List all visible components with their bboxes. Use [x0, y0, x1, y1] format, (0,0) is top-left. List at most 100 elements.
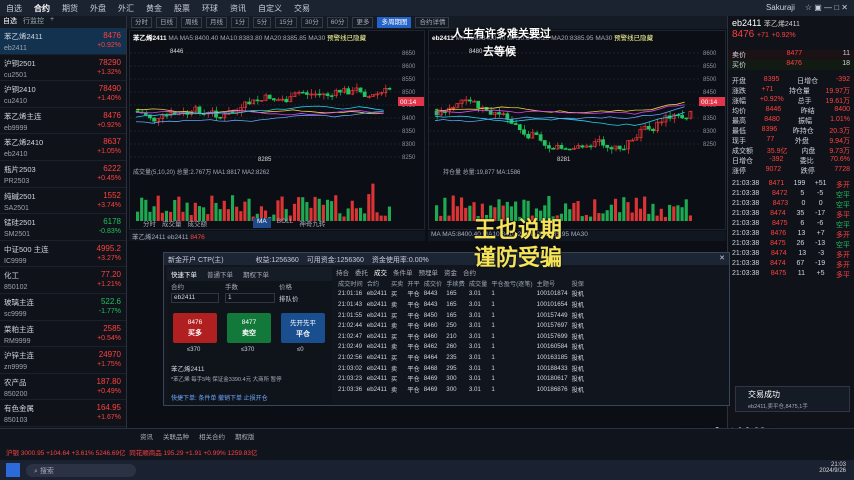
record-tab[interactable]: 成交: [374, 267, 387, 277]
record-tab[interactable]: 预埋单: [419, 267, 439, 277]
taskbar-search[interactable]: ⌕ 搜索: [26, 463, 136, 477]
buy-long-button[interactable]: 8476 买多: [173, 313, 217, 343]
contract-input[interactable]: eb2411: [171, 293, 219, 303]
qty-label: 手数: [225, 284, 238, 291]
menu-item[interactable]: 交易: [294, 3, 310, 14]
column-header[interactable]: 成交价: [422, 278, 445, 289]
tab-news[interactable]: 资讯: [140, 431, 153, 441]
period-button[interactable]: 合约详情: [415, 17, 450, 28]
tab-magic9[interactable]: 神奇九转: [299, 218, 325, 228]
window-controls-icon[interactable]: ☆ ▣ — □ ✕: [805, 3, 848, 12]
table-row[interactable]: 21:02:47 eb2411 买 平仓 8460 210 3.01 1 100157699 投机: [336, 331, 586, 342]
close-icon[interactable]: ✕: [719, 254, 725, 262]
record-tab[interactable]: 条件单: [393, 267, 413, 277]
watchlist-item[interactable]: 锰硅2501 SM2501 6178 -0.83%: [0, 214, 126, 241]
menu-item[interactable]: 合约: [34, 3, 50, 14]
watchlist-item[interactable]: 菜粕主连 RM9999 2585 +0.54%: [0, 321, 126, 348]
menu-item[interactable]: 外盘: [90, 3, 106, 14]
period-button[interactable]: 日线: [156, 17, 177, 28]
tick-cell: 21:03:38: [732, 240, 760, 247]
record-tab[interactable]: 持合: [336, 267, 349, 277]
table-row[interactable]: 21:02:49 eb2411 卖 平仓 8462 260 3.01 1 100160584 投机: [336, 342, 586, 353]
menu-item[interactable]: 自选: [6, 3, 22, 14]
watchlist-item[interactable]: 沪锌主连 zn9999 24970 +1.75%: [0, 347, 126, 374]
tab-turnover[interactable]: 成交额: [188, 218, 208, 228]
tab-volume[interactable]: 成交量: [162, 218, 182, 228]
menu-item[interactable]: 股票: [174, 3, 190, 14]
menu-item[interactable]: 期货: [62, 3, 78, 14]
period-button[interactable]: 月线: [206, 17, 227, 28]
period-button[interactable]: 15分: [275, 17, 297, 28]
period-button[interactable]: 多周期图: [377, 17, 412, 28]
column-header[interactable]: 平仓盈亏(逐笔): [489, 278, 534, 289]
tab-ma[interactable]: MA: [253, 218, 271, 228]
kline-chart-right[interactable]: eb2411 MA MA5:8400.40 MA10:8410.20 MA20:…: [428, 30, 726, 230]
quick-actions[interactable]: 快捷下单: 条件单 撤销下单 止损开仓: [171, 393, 268, 402]
record-tab[interactable]: 资金: [444, 267, 457, 277]
column-header[interactable]: 投保: [570, 278, 586, 289]
table-row[interactable]: 21:02:44 eb2411 卖 平仓 8460 250 3.01 1 100157697 投机: [336, 320, 586, 331]
tab-quick-order[interactable]: 快速下单: [171, 269, 197, 279]
period-button[interactable]: 5分: [253, 17, 272, 28]
watchlist-item[interactable]: 农产品 850200 187.80 +0.49%: [0, 374, 126, 401]
watchlist-item[interactable]: 瓶片2503 PR2503 6222 +0.45%: [0, 161, 126, 188]
period-button[interactable]: 更多: [352, 17, 374, 28]
tick-row: 21:03:38 8476 13 +7 多开: [728, 230, 854, 240]
windows-start-icon[interactable]: [6, 463, 20, 477]
watchlist-item[interactable]: 纯碱2501 SA2501 1552 +3.74%: [0, 188, 126, 215]
menu-item[interactable]: 自定义: [258, 3, 282, 14]
tab-normal-order[interactable]: 普通下单: [207, 269, 233, 279]
watchlist-item[interactable]: 有色金属 850103 164.95 +1.67%: [0, 400, 126, 427]
table-row[interactable]: 21:03:02 eb2411 卖 平仓 8468 295 3.01 1 100188433 投机: [336, 363, 586, 374]
table-row[interactable]: 21:02:56 eb2411 买 平仓 8464 235 3.01 1 100163185 投机: [336, 352, 586, 363]
tab-options[interactable]: 期权版: [235, 431, 255, 441]
watchlist-item[interactable]: 玻璃主连 sc9999 522.6 -1.77%: [0, 294, 126, 321]
watchlist-item[interactable]: 沪铜2501 cu2501 78290 +1.32%: [0, 55, 126, 82]
qty-input[interactable]: 1: [225, 293, 275, 303]
user-name[interactable]: Sakuraji: [766, 3, 795, 12]
account-name[interactable]: 新金开户 CTP(主): [168, 257, 224, 264]
period-button[interactable]: 分时: [131, 17, 152, 28]
table-row[interactable]: 21:03:36 eb2411 卖 平仓 8469 300 3.01 1 100186876 投机: [336, 384, 586, 395]
watchlist-item[interactable]: 中证500 主连 IC9999 4995.2 +3.27%: [0, 241, 126, 268]
column-header[interactable]: 开平: [405, 278, 421, 289]
watchlist-item[interactable]: 化工 850102 77.20 +1.21%: [0, 267, 126, 294]
period-button[interactable]: 60分: [326, 17, 349, 28]
watchlist-item[interactable]: 苯乙烯2410 eb2410 8637 +1.05%: [0, 134, 126, 161]
tab-related-contracts[interactable]: 相关合约: [199, 431, 225, 441]
period-button[interactable]: 1分: [231, 17, 250, 28]
table-row[interactable]: 21:01:43 eb2411 卖 平仓 8443 165 3.01 1 100101654 投机: [336, 299, 586, 310]
watchlist-item[interactable]: 苯乙烯2411 eb2411 8476 +0.92%: [0, 28, 126, 55]
column-header[interactable]: 合约: [365, 278, 389, 289]
column-header[interactable]: 成交量: [467, 278, 490, 289]
menu-item[interactable]: 外汇: [118, 3, 134, 14]
table-row[interactable]: 21:03:23 eb2411 买 平仓 8469 300 3.01 1 100180617 投机: [336, 373, 586, 384]
price-select[interactable]: 排队价: [279, 293, 327, 303]
table-row[interactable]: 21:01:16 eb2411 买 平仓 8443 165 3.01 1 100101874 投机: [336, 289, 586, 300]
record-tab[interactable]: 委托: [355, 267, 368, 277]
watchlist-item[interactable]: 苯乙烯主连 eb9999 8476 +0.92%: [0, 108, 126, 135]
add-tab-button[interactable]: +: [50, 16, 54, 28]
table-row[interactable]: 21:01:55 eb2411 买 平仓 8450 165 3.01 1 100157449 投机: [336, 310, 586, 321]
column-header[interactable]: 买卖: [389, 278, 405, 289]
period-button[interactable]: 周线: [181, 17, 202, 28]
tab-boll[interactable]: BOLL: [277, 218, 294, 228]
kline-chart-left[interactable]: 苯乙烯2411 MA MA5:8400.40 MA10:8383.80 MA20…: [129, 30, 425, 230]
tab-related[interactable]: 关联品种: [163, 431, 189, 441]
watchlist-item[interactable]: 沪铜2410 cu2410 78490 +1.40%: [0, 81, 126, 108]
tab-option-order[interactable]: 期权下单: [243, 269, 269, 279]
column-header[interactable]: 手续费: [444, 278, 467, 289]
column-header[interactable]: 主题号: [535, 278, 570, 289]
period-button[interactable]: 30分: [300, 17, 323, 28]
tab-fenshi[interactable]: 分时: [143, 218, 156, 228]
tab-watchlist[interactable]: 自选: [3, 16, 17, 28]
sell-short-button[interactable]: 8477 卖空: [227, 313, 271, 343]
trade-dialog[interactable]: 新金开户 CTP(主) 权益:1256360 可用资金:1256360 资金使用…: [163, 252, 730, 406]
menu-item[interactable]: 黄金: [146, 3, 162, 14]
tab-monitor[interactable]: 行监控: [23, 16, 44, 28]
menu-item[interactable]: 环球: [202, 3, 218, 14]
close-position-button[interactable]: 先开先平 平仓: [281, 313, 325, 343]
column-header[interactable]: 成交时间: [336, 278, 365, 289]
candle-body: [651, 128, 655, 132]
menu-item[interactable]: 资讯: [230, 3, 246, 14]
